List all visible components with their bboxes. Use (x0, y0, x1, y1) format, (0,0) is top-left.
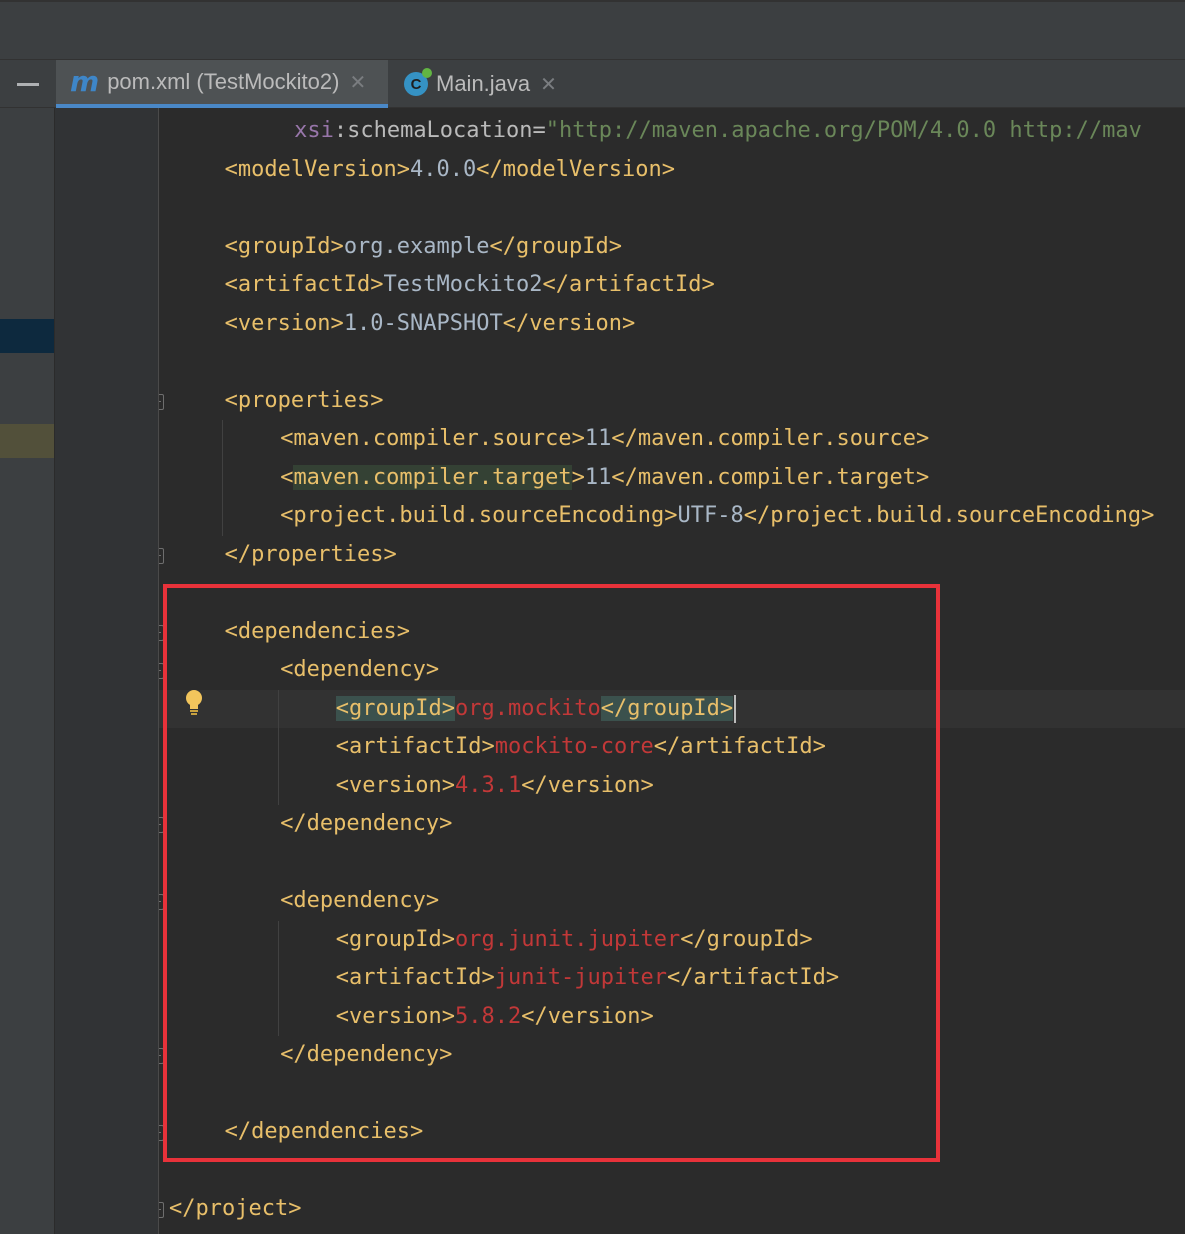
code-token: <groupId> (224, 233, 344, 259)
java-class-icon: C (404, 68, 432, 96)
code-line[interactable]: 4xsi:schemaLocation="http://maven.apache… (159, 112, 1185, 151)
code-token: maven.compiler.target (293, 464, 572, 490)
code-text: <maven.compiler.source>11</maven.compile… (280, 420, 929, 459)
code-text: <properties> (225, 382, 384, 421)
close-icon[interactable]: ✕ (540, 72, 557, 97)
code-token: > (571, 464, 585, 490)
modified-item-marker (0, 424, 54, 458)
code-line[interactable]: 8<artifactId>TestMockito2</artifactId> (159, 266, 1185, 305)
code-text: xsi:schemaLocation="http://maven.apache.… (294, 112, 1142, 151)
code-token: </properties> (224, 541, 397, 567)
minimize-icon[interactable] (0, 60, 56, 108)
code-text: </project> (169, 1190, 301, 1229)
code-token: < (280, 464, 294, 490)
code-text: <artifactId>TestMockito2</artifactId> (225, 266, 715, 305)
code-text: <maven.compiler.target>11</maven.compile… (280, 459, 929, 498)
code-token: </maven.compiler.target> (611, 464, 930, 490)
code-token: 11 (584, 464, 612, 490)
indent-guide (222, 420, 223, 536)
code-token: <modelVersion> (224, 156, 411, 182)
selected-item-marker (0, 319, 54, 353)
code-text: <project.build.sourceEncoding>UTF-8</pro… (280, 497, 1154, 536)
tab-main-java[interactable]: C Main.java ✕ (392, 60, 572, 108)
code-token: </version> (502, 310, 636, 336)
highlight-box (163, 584, 940, 1162)
code-line[interactable]: 15</properties> (159, 536, 1185, 575)
tab-label: pom.xml (TestMockito2) (107, 69, 340, 94)
code-token: </modelVersion> (476, 156, 675, 182)
code-token: </project> (169, 1196, 302, 1221)
code-token: UTF-8 (677, 503, 744, 528)
code-token: "http://maven.apache.org/POM/4.0.0 http:… (545, 118, 1142, 143)
fold-icon[interactable] (159, 393, 164, 410)
code-line[interactable]: 7<groupId>org.example</groupId> (159, 228, 1185, 267)
code-token: TestMockito2 (383, 272, 543, 297)
code-text: <groupId>org.example</groupId> (225, 228, 622, 267)
code-token: = (532, 118, 546, 143)
editor-tab-bar: m pom.xml (TestMockito2) ✕ C Main.java ✕ (0, 60, 1185, 108)
code-token: </groupId> (489, 233, 622, 259)
code-token: :schemaLocation (333, 118, 533, 143)
code-token: xsi (294, 118, 334, 143)
code-token: <project.build.sourceEncoding> (280, 503, 678, 528)
code-token: <maven.compiler.source> (280, 426, 585, 451)
tab-label: Main.java (436, 71, 531, 96)
close-icon[interactable]: ✕ (349, 70, 366, 95)
code-token: </artifactId> (542, 272, 715, 297)
code-line[interactable]: 13<maven.compiler.target>11</maven.compi… (159, 459, 1185, 498)
code-line[interactable]: 11<properties> (159, 382, 1185, 421)
code-token: <version> (224, 310, 344, 336)
code-line[interactable]: 14<project.build.sourceEncoding>UTF-8</p… (159, 497, 1185, 536)
code-token: 11 (584, 426, 612, 451)
code-token: </maven.compiler.source> (611, 426, 930, 451)
code-line[interactable]: 12<maven.compiler.source>11</maven.compi… (159, 420, 1185, 459)
code-token: 1.0-SNAPSHOT (343, 310, 503, 336)
code-line[interactable]: 9<version>1.0-SNAPSHOT</version> (159, 305, 1185, 344)
tab-pom-xml[interactable]: m pom.xml (TestMockito2) ✕ (56, 60, 388, 108)
code-token: </project.build.sourceEncoding> (743, 503, 1155, 528)
fold-icon[interactable] (159, 1202, 164, 1218)
project-tool-strip[interactable] (0, 108, 54, 1234)
maven-icon: m (70, 65, 100, 98)
code-token: <properties> (224, 387, 384, 413)
code-text: <modelVersion>4.0.0</modelVersion> (225, 151, 675, 190)
code-line[interactable]: 10 (159, 343, 1185, 382)
code-line[interactable]: 6 (159, 189, 1185, 228)
code-line[interactable]: 32</project> (159, 1190, 1185, 1229)
code-text: </properties> (225, 536, 397, 575)
line-number-gutter[interactable] (54, 108, 159, 1234)
code-text: <version>1.0-SNAPSHOT</version> (225, 305, 636, 344)
code-token: org.example (343, 233, 490, 259)
fold-icon[interactable] (159, 547, 164, 564)
code-token: <artifactId> (224, 272, 384, 297)
code-token: 4.0.0 (410, 156, 477, 182)
code-line[interactable]: 5<modelVersion>4.0.0</modelVersion> (159, 151, 1185, 190)
window-title-bar (0, 0, 1185, 60)
